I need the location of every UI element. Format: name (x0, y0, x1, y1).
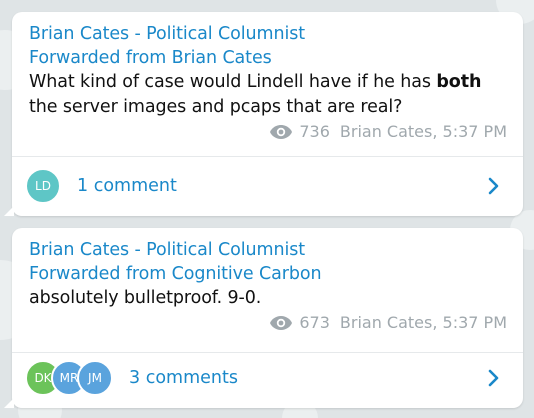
comments-bar[interactable]: DK MR JM 3 comments (12, 350, 523, 406)
message-text-part: absolutely bulletproof. 9-0. (29, 288, 262, 308)
comments-link[interactable]: 1 comment (77, 176, 487, 196)
avatar: LD (25, 168, 61, 204)
message-bubble: Brian Cates - Political Columnist Forwar… (4, 228, 523, 408)
forwarded-from-link[interactable]: Forwarded from Cognitive Carbon (29, 262, 507, 286)
message-text-bold: both (436, 72, 482, 92)
comments-bar[interactable]: LD 1 comment (12, 158, 523, 214)
view-count: 736 (299, 122, 330, 141)
message-text-part: What kind of case would Lindell have if … (29, 72, 437, 92)
avatar: JM (77, 360, 113, 396)
view-count: 673 (299, 313, 330, 332)
eye-icon (270, 125, 293, 139)
message-text: absolutely bulletproof. 9-0. (29, 286, 507, 311)
message-text: What kind of case would Lindell have if … (29, 70, 507, 120)
channel-author-name[interactable]: Brian Cates - Political Columnist (29, 22, 507, 46)
message-bubble: Brian Cates - Political Columnist Forwar… (4, 12, 523, 216)
channel-author-name[interactable]: Brian Cates - Political Columnist (29, 238, 507, 262)
message-text-part: the server images and pcaps that are rea… (29, 97, 403, 117)
commenter-avatars: LD (25, 168, 61, 204)
chevron-right-icon[interactable] (487, 176, 501, 196)
divider (12, 156, 523, 157)
comments-link[interactable]: 3 comments (129, 368, 487, 388)
message-meta: 673 Brian Cates, 5:37 PM (29, 312, 507, 334)
message-signature: Brian Cates, 5:37 PM (339, 313, 507, 332)
message-meta: 736 Brian Cates, 5:37 PM (29, 121, 507, 143)
commenter-avatars: DK MR JM (25, 360, 113, 396)
chevron-right-icon[interactable] (487, 368, 501, 388)
forwarded-from-link[interactable]: Forwarded from Brian Cates (29, 46, 507, 70)
message-signature: Brian Cates, 5:37 PM (339, 122, 507, 141)
eye-icon (270, 316, 293, 330)
